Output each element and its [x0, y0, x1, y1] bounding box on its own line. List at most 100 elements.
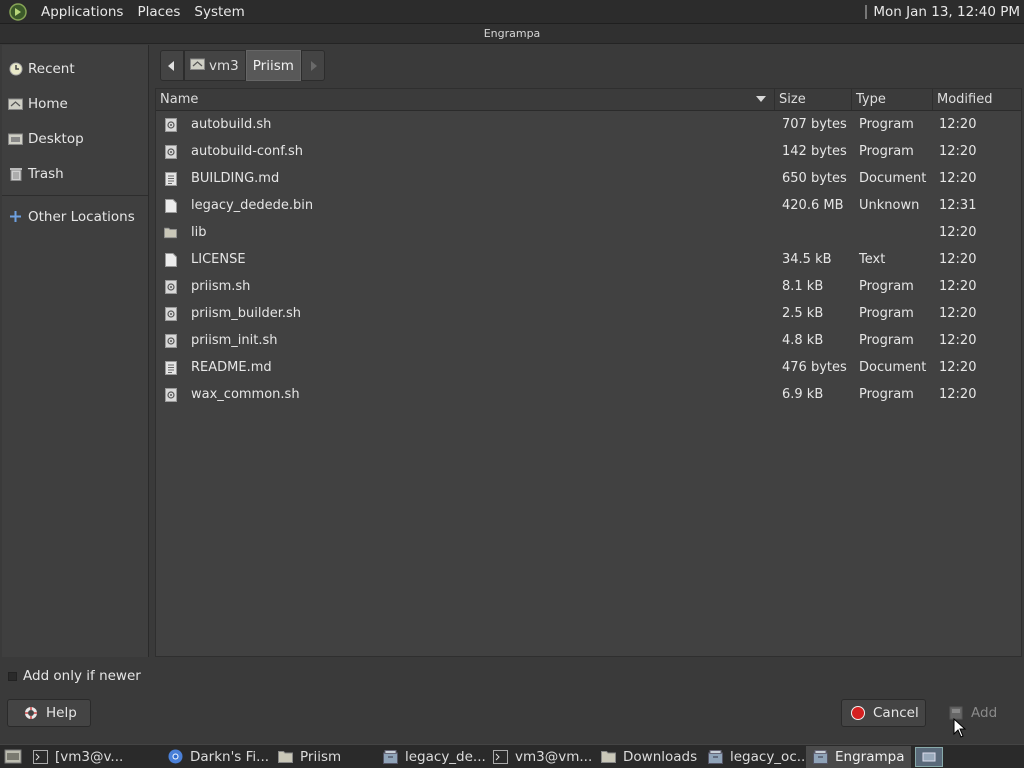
- taskbar-item[interactable]: legacy_oc...: [701, 746, 806, 768]
- mate-logo-icon[interactable]: [8, 2, 28, 22]
- taskbar-item[interactable]: Downloads: [594, 746, 701, 768]
- add-button[interactable]: Add: [939, 699, 1015, 727]
- taskbar-item[interactable]: Engrampa: [806, 745, 911, 768]
- table-row[interactable]: BUILDING.md 650 bytes Document 12:20: [156, 165, 1021, 192]
- window-titlebar[interactable]: Engrampa: [0, 24, 1024, 44]
- table-row[interactable]: autobuild-conf.sh 142 bytes Program 12:20: [156, 138, 1021, 165]
- document-icon: [164, 360, 177, 375]
- cell-size: 2.5 kB: [782, 306, 824, 321]
- cell-modified: 12:20: [939, 360, 977, 375]
- column-header-modified[interactable]: Modified: [933, 89, 1021, 110]
- task-list: [vm3@v... Darkn's Fi... Priism legacy_de...…: [26, 745, 911, 768]
- help-button[interactable]: Help: [7, 699, 91, 727]
- path-segment-vm3[interactable]: vm3: [184, 50, 246, 81]
- table-row[interactable]: legacy_dedede.bin 420.6 MB Unknown 12:31: [156, 192, 1021, 219]
- menu-system[interactable]: System: [187, 4, 251, 20]
- folder-icon: [600, 749, 616, 765]
- sidebar-item-label: Other Locations: [28, 208, 135, 225]
- list-header: Name Size Type Modified: [156, 89, 1021, 111]
- cell-size: 707 bytes: [782, 117, 847, 132]
- script-icon: [164, 387, 177, 402]
- cell-name: autobuild.sh: [156, 117, 775, 132]
- workspace-icon: [922, 752, 936, 761]
- table-row[interactable]: wax_common.sh 6.9 kB Program 12:20: [156, 381, 1021, 408]
- terminal-icon: [32, 749, 48, 765]
- cell-type: Document: [859, 360, 927, 375]
- cell-modified: 12:20: [939, 144, 977, 159]
- home-icon: [190, 57, 205, 74]
- table-row[interactable]: README.md 476 bytes Document 12:20: [156, 354, 1021, 381]
- folder-icon: [164, 225, 177, 240]
- column-header-name[interactable]: Name: [156, 89, 775, 110]
- show-desktop-button[interactable]: [0, 746, 26, 768]
- taskbar-item[interactable]: Darkn's Fi...: [161, 746, 271, 768]
- table-row[interactable]: lib 12:20: [156, 219, 1021, 246]
- terminal-icon: [492, 749, 508, 765]
- column-header-label: Size: [779, 92, 806, 107]
- cell-type: Program: [859, 279, 914, 294]
- cell-type: Document: [859, 171, 927, 186]
- workspace-switcher[interactable]: [915, 746, 943, 767]
- cell-name: priism.sh: [156, 279, 775, 294]
- file-name: lib: [191, 225, 207, 240]
- column-header-size[interactable]: Size: [775, 89, 852, 110]
- add-only-if-newer-checkbox[interactable]: [8, 671, 17, 681]
- cell-name: priism_init.sh: [156, 333, 775, 348]
- chevron-left-icon: [168, 60, 174, 71]
- cell-type: Program: [859, 306, 914, 321]
- path-segment-priism[interactable]: Priism: [245, 50, 301, 81]
- taskbar-item[interactable]: vm3@vm...: [486, 746, 594, 768]
- file-name: autobuild.sh: [191, 117, 272, 132]
- cell-name: autobuild-conf.sh: [156, 144, 775, 159]
- file-name: autobuild-conf.sh: [191, 144, 304, 159]
- taskbar-item[interactable]: Priism: [271, 746, 376, 768]
- window-title: Engrampa: [483, 27, 541, 40]
- table-row[interactable]: priism_init.sh 4.8 kB Program 12:20: [156, 327, 1021, 354]
- places-sidebar: Recent Home Desktop Trash Other Location…: [2, 45, 149, 657]
- table-row[interactable]: autobuild.sh 707 bytes Program 12:20: [156, 111, 1021, 138]
- column-header-label: Modified: [937, 92, 993, 107]
- clock[interactable]: Mon Jan 13, 12:40 PM: [865, 4, 1020, 20]
- table-row[interactable]: priism_builder.sh 2.5 kB Program 12:20: [156, 300, 1021, 327]
- table-row[interactable]: priism.sh 8.1 kB Program 12:20: [156, 273, 1021, 300]
- path-back-button[interactable]: [160, 50, 184, 81]
- cell-size: 420.6 MB: [782, 198, 844, 213]
- path-segment-label: Priism: [252, 57, 294, 74]
- menu-places[interactable]: Places: [130, 4, 187, 20]
- cell-name: priism_builder.sh: [156, 306, 775, 321]
- top-panel: Applications Places System Mon Jan 13, 1…: [0, 0, 1024, 24]
- cell-name: wax_common.sh: [156, 387, 775, 402]
- menu-applications[interactable]: Applications: [34, 4, 130, 20]
- script-icon: [164, 306, 177, 321]
- chevron-right-icon: [310, 60, 317, 71]
- sidebar-item-label: Desktop: [28, 130, 84, 147]
- column-header-label: Name: [160, 92, 199, 107]
- cell-name: README.md: [156, 360, 775, 375]
- sidebar-item-trash[interactable]: Trash: [2, 156, 148, 191]
- cell-type: Program: [859, 387, 914, 402]
- path-forward-button[interactable]: [300, 50, 325, 81]
- file-icon: [164, 198, 177, 213]
- cell-name: lib: [156, 225, 775, 240]
- cell-type: Program: [859, 117, 914, 132]
- file-list: Name Size Type Modified autobuild.sh 707 …: [155, 88, 1022, 657]
- sidebar-item-other-locations[interactable]: Other Locations: [2, 199, 148, 234]
- table-row[interactable]: LICENSE 34.5 kB Text 12:20: [156, 246, 1021, 273]
- cell-modified: 12:20: [939, 252, 977, 267]
- path-segment-label: vm3: [209, 57, 239, 74]
- cell-size: 34.5 kB: [782, 252, 832, 267]
- taskbar-item-label: legacy_de...: [405, 748, 486, 765]
- sidebar-item-desktop[interactable]: Desktop: [2, 121, 148, 156]
- add-only-if-newer-option[interactable]: Add only if newer: [8, 666, 141, 686]
- cell-type: Unknown: [859, 198, 920, 213]
- script-icon: [164, 144, 177, 159]
- taskbar-item[interactable]: legacy_de...: [376, 746, 486, 768]
- sidebar-item-recent[interactable]: Recent: [2, 51, 148, 86]
- column-header-type[interactable]: Type: [852, 89, 933, 110]
- cell-size: 6.9 kB: [782, 387, 824, 402]
- taskbar-item[interactable]: [vm3@v...: [26, 746, 161, 768]
- cell-modified: 12:20: [939, 387, 977, 402]
- sidebar-item-label: Trash: [28, 165, 64, 182]
- sidebar-item-home[interactable]: Home: [2, 86, 148, 121]
- cancel-button[interactable]: Cancel: [841, 699, 926, 727]
